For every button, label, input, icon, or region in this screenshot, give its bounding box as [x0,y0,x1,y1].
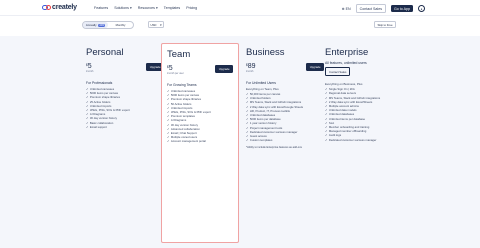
upgrade-button[interactable]: Upgrade [306,63,324,71]
price: $5 [167,65,184,72]
feature-list: ✓ Single Sign On | 2FA ✓ Regional data serv… [325,87,403,142]
plan-personal: Personal $5 /month Upgrade For Professio… [86,42,164,129]
nav-resources[interactable]: Resources ▾ [138,6,158,10]
currency-value: USD [150,22,157,27]
plan-name: Business [246,47,285,58]
nav-right: ⊕ EN Contact Sales Go to App ● [342,4,425,13]
language-selector[interactable]: ⊕ EN [342,7,351,11]
price: $5 [86,63,93,70]
feature-item: ✓ Custom templates [246,138,324,142]
chevron-down-icon: ▾ [160,22,162,27]
nav-templates[interactable]: Templates [164,6,180,10]
nav-features-label: Features [94,5,109,10]
plan-description: All features, unlimited users [325,61,367,65]
brand-name: creately [52,4,77,11]
billing-toggle: Annually -40% Monthly [82,21,134,29]
feature-text: Custom templates [249,138,273,143]
top-navigation: creately Features Solutions ▾ Resources ▾ … [0,0,480,16]
contact-sales-plan-button[interactable]: Contact Sales [325,67,351,77]
language-label: EN [345,6,351,11]
footnote: *Ability to include Enterprise features … [246,146,302,150]
plan-audience: For Unlimited Users [246,81,276,85]
nav-links: Features Solutions ▾ Resources ▾ Templates… [94,6,197,10]
billing-annually[interactable]: Annually -40% [83,22,108,28]
chevron-down-icon: ▾ [155,5,158,10]
nav-pricing-label: Pricing [186,5,198,10]
check-icon: ✓ [325,137,328,142]
price-value: 5 [168,65,173,72]
feature-item: ✓ Email support [86,125,164,129]
price-period: /month [246,70,254,73]
skip-trial-button[interactable]: Skip to Free [374,21,396,28]
feature-text: Dedicated customer success manager [328,137,377,142]
nav-resources-label: Resources [137,5,155,10]
currency-select[interactable]: USD ▾ [148,21,164,28]
plan-audience: For Professionals [86,81,113,85]
check-icon: ✓ [86,124,89,129]
annually-label: Annually [85,23,97,27]
price: $89 [246,63,256,70]
creately-logo-icon [42,4,51,11]
plan-name: Enterprise [325,47,369,58]
price-row: $89 /month Upgrade [246,63,324,75]
price-value: 89 [247,63,256,70]
feature-text: Unlimited items per database [328,116,366,121]
go-to-app-button[interactable]: Go to App [391,5,413,12]
price-value: 5 [87,63,92,70]
feature-list: ✓ 50,000 items per canvas ✓ Unlimited folde… [246,92,324,142]
feature-text: Account management portal [170,139,206,144]
pricing-background [0,36,480,248]
feature-list: ✓ Unlimited canvases ✓ 5000 items per canva… [167,89,233,144]
user-avatar-icon[interactable]: ● [418,5,425,12]
nav-pricing[interactable]: Pricing [186,6,197,10]
feature-list: ✓ Unlimited canvases ✓ 5000 items per canva… [86,87,164,129]
creately-logo[interactable]: creately [42,4,77,11]
upgrade-button[interactable]: Upgrade [215,65,233,73]
price-row: $5 /month per user Upgrade [167,65,233,77]
nav-templates-label: Templates [163,5,181,10]
billing-monthly[interactable]: Monthly [108,22,133,28]
plan-name: Personal [86,47,124,58]
plan-team: Team $5 /month per user Upgrade For Grow… [161,43,239,243]
discount-badge: -40% [97,23,106,27]
check-icon: ✓ [246,138,249,143]
price-period: /month [86,70,94,73]
feature-item: ✓ Dedicated customer success manager [325,138,403,142]
monthly-label: Monthly [115,23,126,27]
nav-solutions-label: Solutions [114,5,129,10]
plan-business: Business $89 /month Upgrade For Unlimite… [246,42,324,150]
plan-enterprise: Enterprise All features, unlimited users… [325,42,403,142]
plan-includes: Everything on Business, Plus [325,82,363,87]
nav-solutions[interactable]: Solutions ▾ [114,6,132,10]
globe-icon: ⊕ [341,6,345,11]
feature-item: ✓ Account management portal [167,139,233,143]
feature-text: Email support [89,124,107,129]
nav-features[interactable]: Features [94,6,108,10]
contact-sales-button[interactable]: Contact Sales [355,4,387,13]
plan-audience: For Growing Teams [167,83,197,87]
check-icon: ✓ [167,139,170,144]
price-row: $5 /month Upgrade [86,63,164,75]
price-period: /month per user [167,72,184,75]
chevron-down-icon: ▾ [129,5,132,10]
plan-includes: Everything on Team, Plus [246,87,279,91]
plan-name: Team [167,49,191,60]
